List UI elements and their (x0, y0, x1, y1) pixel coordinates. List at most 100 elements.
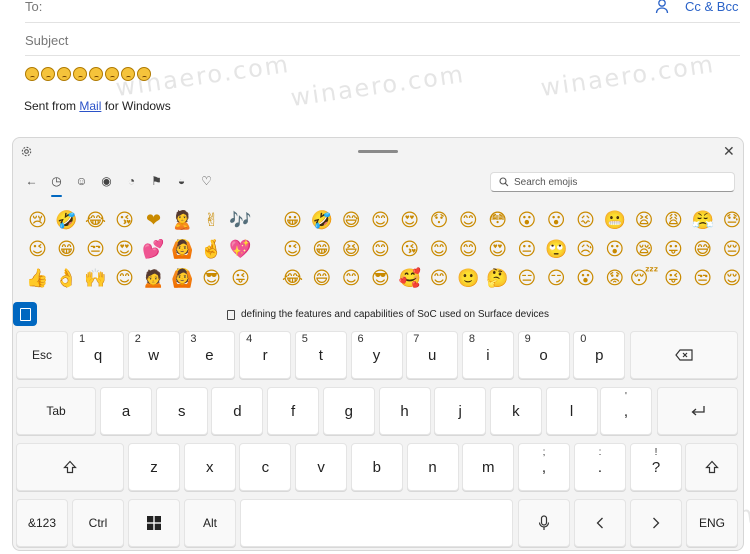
left-shift-key[interactable] (16, 443, 124, 491)
recent-emoji[interactable]: 👌 (52, 264, 81, 293)
enter-key[interactable] (657, 387, 738, 435)
key-f[interactable]: f (267, 387, 320, 435)
microphone-key[interactable] (518, 499, 570, 547)
category-emoji[interactable]: 😔 (717, 235, 746, 264)
subject-field[interactable]: Subject (25, 33, 68, 48)
recent-emoji[interactable]: 🙆 (168, 264, 197, 293)
language-key[interactable]: ENG (686, 499, 738, 547)
category-emoji[interactable]: 😆 (337, 235, 366, 264)
key-j[interactable]: j (434, 387, 487, 435)
key-b[interactable]: b (350, 443, 403, 491)
clipboard-button[interactable] (13, 302, 37, 326)
category-emoji[interactable]: 😅 (688, 235, 717, 264)
windows-key[interactable] (128, 499, 180, 547)
flag-icon[interactable]: ⚑ (144, 174, 169, 192)
key-h[interactable]: h (378, 387, 431, 435)
key-n[interactable]: n (406, 443, 459, 491)
recent-emoji[interactable]: 😎 (197, 264, 226, 293)
smiley-icon[interactable]: ☺ (69, 174, 94, 192)
recent-emoji[interactable]: 🤣 (52, 206, 81, 235)
category-emoji[interactable]: 😐 (512, 235, 541, 264)
recent-emoji[interactable]: 😁 (52, 235, 81, 264)
key-g[interactable]: g (322, 387, 375, 435)
category-emoji[interactable]: 😤 (688, 206, 717, 235)
key-y[interactable]: 6y (350, 331, 403, 379)
key-o[interactable]: 9o (517, 331, 570, 379)
category-emoji[interactable]: 😊 (424, 264, 453, 293)
category-emoji[interactable]: 😊 (366, 206, 395, 235)
body-emoji-row[interactable] (25, 67, 151, 81)
category-emoji[interactable]: 🤣 (307, 206, 336, 235)
category-emoji[interactable]: 😅 (337, 206, 366, 235)
category-emoji[interactable]: 😮 (571, 264, 600, 293)
category-emoji[interactable]: 😊 (337, 264, 366, 293)
back-icon[interactable]: ← (19, 174, 44, 192)
mail-link[interactable]: Mail (79, 99, 101, 113)
category-emoji[interactable]: 😬 (600, 206, 629, 235)
symbols-key[interactable]: &123 (16, 499, 68, 547)
key-v[interactable]: v (295, 443, 348, 491)
category-emoji[interactable]: 🙂 (454, 264, 483, 293)
category-emoji[interactable]: 😟 (600, 264, 629, 293)
key-punct-2[interactable]: !? (630, 443, 682, 491)
category-emoji[interactable]: 🙄 (542, 235, 571, 264)
recent-emoji[interactable]: 😉 (23, 235, 52, 264)
key-u[interactable]: 7u (406, 331, 459, 379)
key-a[interactable]: a (100, 387, 152, 435)
category-emoji[interactable]: 😴 (630, 264, 659, 293)
drag-handle[interactable] (358, 150, 398, 153)
category-emoji[interactable]: 😮 (542, 206, 571, 235)
category-emoji[interactable]: 😁 (307, 235, 336, 264)
person-icon[interactable] (654, 0, 670, 14)
category-emoji[interactable]: 😍 (395, 206, 424, 235)
recent-emoji[interactable]: 😂 (81, 206, 110, 235)
category-emoji[interactable]: 😊 (424, 235, 453, 264)
close-icon[interactable]: ✕ (723, 143, 735, 160)
recent-emoji[interactable]: ❤ (139, 206, 168, 235)
tab-key[interactable]: Tab (16, 387, 96, 435)
category-emoji[interactable]: 😮 (512, 206, 541, 235)
car-icon[interactable]: ◒ (169, 174, 194, 192)
recent-emoji[interactable]: 😘 (110, 206, 139, 235)
category-emoji[interactable]: 😂 (278, 264, 307, 293)
category-emoji[interactable]: 😒 (688, 264, 717, 293)
recent-emoji[interactable]: 🙍 (139, 264, 168, 293)
category-emoji[interactable]: 😩 (659, 206, 688, 235)
recent-emoji[interactable]: 🤞 (197, 235, 226, 264)
gear-icon[interactable] (21, 145, 32, 160)
recent-emoji[interactable]: 🎶 (226, 206, 255, 235)
right-shift-key[interactable] (685, 443, 738, 491)
key-z[interactable]: z (128, 443, 180, 491)
recent-emoji[interactable]: 😍 (110, 235, 139, 264)
key-punct-1[interactable]: :. (574, 443, 626, 491)
key-i[interactable]: 8i (461, 331, 514, 379)
key-t[interactable]: 5t (294, 331, 347, 379)
category-emoji[interactable]: 😪 (630, 235, 659, 264)
to-row[interactable]: To: Cc & Bcc (0, 0, 750, 24)
category-emoji[interactable]: 😘 (395, 235, 424, 264)
key-c[interactable]: c (239, 443, 292, 491)
category-emoji[interactable]: 😓 (717, 206, 746, 235)
category-emoji[interactable]: 🤔 (483, 264, 512, 293)
recent-emoji[interactable]: 🙆 (168, 235, 197, 264)
category-emoji[interactable]: 😉 (278, 235, 307, 264)
key-punct-0[interactable]: ;, (518, 443, 570, 491)
category-emoji[interactable]: 😊 (366, 235, 395, 264)
category-emoji[interactable]: 😎 (366, 264, 395, 293)
recent-emoji[interactable]: 💕 (139, 235, 168, 264)
key-k[interactable]: k (489, 387, 542, 435)
clipboard-suggestion[interactable]: defining the features and capabilities o… (227, 309, 549, 320)
category-emoji[interactable]: 🥰 (395, 264, 424, 293)
key-d[interactable]: d (211, 387, 264, 435)
recent-emoji[interactable]: 😊 (110, 264, 139, 293)
category-emoji[interactable]: 😯 (424, 206, 453, 235)
category-emoji[interactable]: 😌 (717, 264, 746, 293)
backspace-key[interactable] (630, 331, 738, 379)
category-emoji[interactable]: 😍 (483, 235, 512, 264)
food-icon[interactable]: ◔ (119, 174, 144, 192)
category-emoji[interactable]: 😮 (600, 235, 629, 264)
category-emoji[interactable]: 😥 (571, 235, 600, 264)
key-m[interactable]: m (462, 443, 515, 491)
ctrl-key[interactable]: Ctrl (72, 499, 124, 547)
category-emoji[interactable]: 😜 (659, 264, 688, 293)
